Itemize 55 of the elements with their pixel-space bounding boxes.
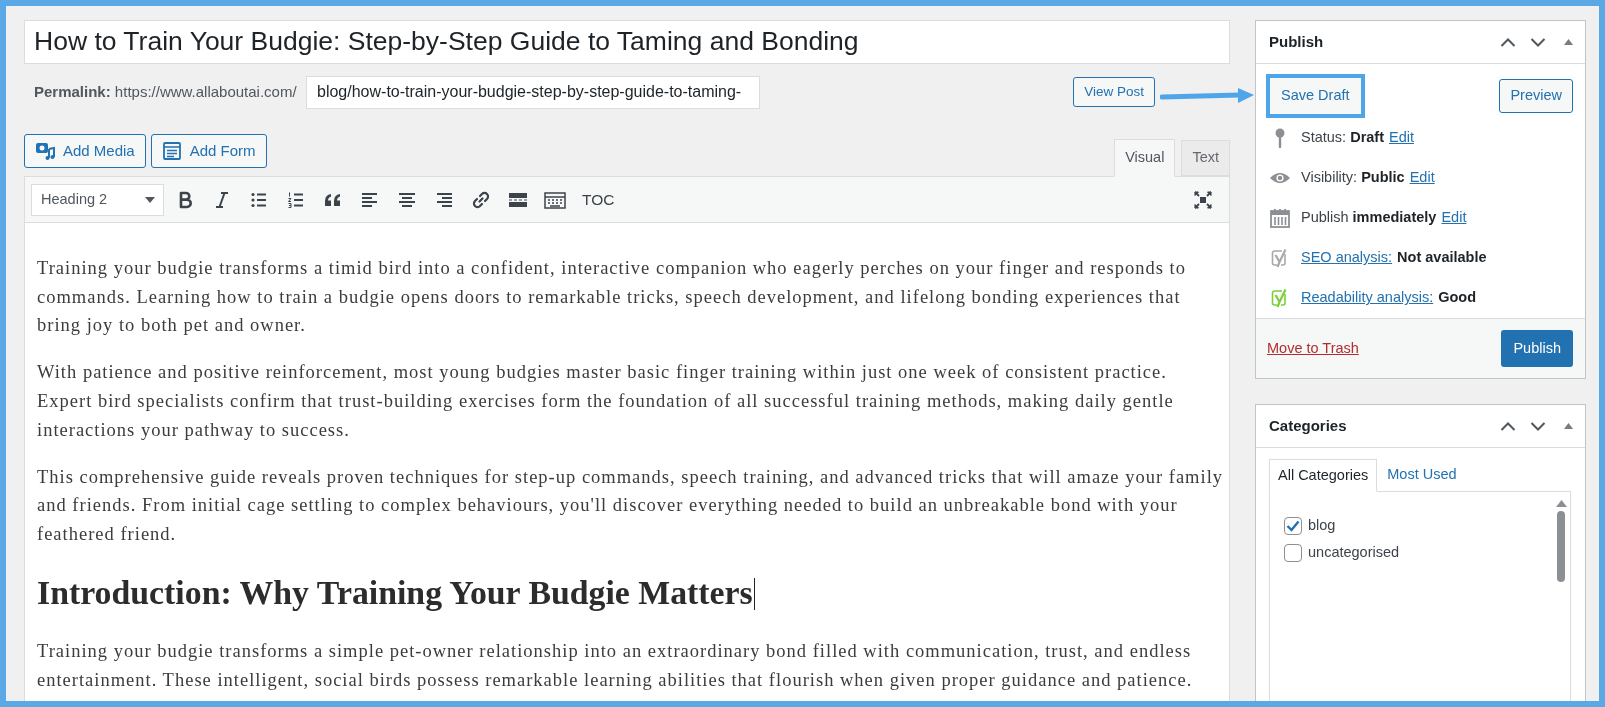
form-icon bbox=[161, 141, 182, 161]
caret-down-icon bbox=[145, 196, 155, 203]
chevron-up-icon[interactable] bbox=[1500, 36, 1516, 48]
expand-icon[interactable] bbox=[1193, 189, 1213, 210]
heading: Introduction: Why Training Your Budgie Matters bbox=[37, 567, 1226, 620]
publish-button[interactable]: Publish bbox=[1501, 330, 1573, 367]
scroll-up-icon[interactable] bbox=[1555, 500, 1567, 507]
keyboard-icon[interactable] bbox=[544, 189, 566, 210]
category-label: uncategorised bbox=[1308, 542, 1400, 562]
media-icon bbox=[35, 141, 55, 161]
seo-analysis-link[interactable]: SEO analysis: bbox=[1301, 247, 1393, 269]
editor-tab[interactable]: Text bbox=[1181, 140, 1230, 176]
chevron-down-icon[interactable] bbox=[1530, 420, 1546, 432]
panel-title: Categories bbox=[1269, 415, 1347, 436]
pin-icon bbox=[1274, 128, 1286, 148]
paragraph: Training your budgie transforms a timid bird into a confident, interactive companion who eagerly perches on your finger and responds to commands. Learning how to train a budgie opens doors to remarkable tricks, speech development, and lifelong bonding experiences that bring joy to both pet and owner. bbox=[37, 257, 1187, 338]
readability-analysis-link[interactable]: Readability analysis: bbox=[1301, 287, 1434, 309]
eye-icon bbox=[1269, 171, 1291, 185]
toc-button[interactable]: TOC bbox=[578, 185, 619, 214]
view-post-button[interactable]: View Post bbox=[1073, 77, 1155, 107]
panel-title: Publish bbox=[1269, 31, 1324, 52]
trash-link[interactable]: Move to Trash bbox=[1267, 337, 1359, 360]
category-tab[interactable]: All Categories bbox=[1269, 459, 1378, 492]
checkbox[interactable] bbox=[1284, 516, 1302, 535]
visibility-text: Visibility: Public bbox=[1301, 168, 1405, 188]
seo-status-text: Not available bbox=[1397, 248, 1487, 268]
save-draft-button[interactable]: Save Draft bbox=[1266, 74, 1365, 118]
add-media-button[interactable]: Add Media bbox=[24, 134, 146, 168]
chevron-down-icon[interactable] bbox=[1530, 36, 1546, 48]
link-icon[interactable] bbox=[471, 189, 491, 210]
permalink-label: Permalink: https://www.allaboutai.com/ bbox=[34, 81, 298, 102]
add-form-button[interactable]: Add Form bbox=[150, 134, 267, 168]
edit-link[interactable]: Edit bbox=[1389, 127, 1414, 149]
preview-button[interactable]: Preview bbox=[1499, 79, 1573, 113]
scrollbar-thumb[interactable] bbox=[1557, 511, 1565, 582]
paragraph: This comprehensive guide reveals proven techniques for step-up commands, speech training, and advanced tricks that will amaze your family and friends. From initial cage settling to complex behaviours, you'll discover everything needed to build an unbreakable bond with your feathered friend. bbox=[37, 465, 1225, 546]
category-tab[interactable]: Most Used bbox=[1377, 458, 1467, 491]
title-field[interactable]: How to Train Your Budgie: Step-by-Step Guide to Taming and Bonding bbox=[24, 20, 1230, 64]
format-select[interactable]: Heading 2 bbox=[31, 183, 164, 216]
checkbox[interactable] bbox=[1284, 543, 1302, 562]
readability-status-text: Good bbox=[1438, 288, 1477, 308]
triangle-up-icon[interactable] bbox=[1564, 39, 1573, 45]
slug-field[interactable]: blog/how-to-train-your-budgie-step-by-step-guide-to-taming- bbox=[306, 75, 760, 109]
calendar-icon bbox=[1270, 208, 1290, 228]
edit-link[interactable]: Edit bbox=[1441, 207, 1467, 229]
triangle-up-icon[interactable] bbox=[1564, 423, 1573, 429]
paragraph: Training your budgie transforms a simple pet-owner relationship into an extraordinary bond filled with communication, trust, and endless entertainment. These intelligent, social birds possess remarkable learning abilities that flourish when given proper guidance and patience. bbox=[37, 640, 1194, 692]
chevron-up-icon[interactable] bbox=[1500, 420, 1516, 432]
editor-content[interactable] bbox=[25, 223, 1229, 701]
paragraph: With patience and positive reinforcement, most young budgies master basic finger training within just one week of consistent practice. Expert bird specialists confirm that trust-building exercises form the foundation of all successful training methods, making daily gentle interactions your pathway to success. bbox=[37, 361, 1175, 442]
schedule-text: Publish immediately bbox=[1301, 208, 1437, 228]
edit-link[interactable]: Edit bbox=[1409, 167, 1435, 189]
status-text: Status: Draft bbox=[1301, 128, 1384, 148]
category-label: blog bbox=[1308, 515, 1336, 535]
editor-tab[interactable]: Visual bbox=[1114, 139, 1176, 177]
